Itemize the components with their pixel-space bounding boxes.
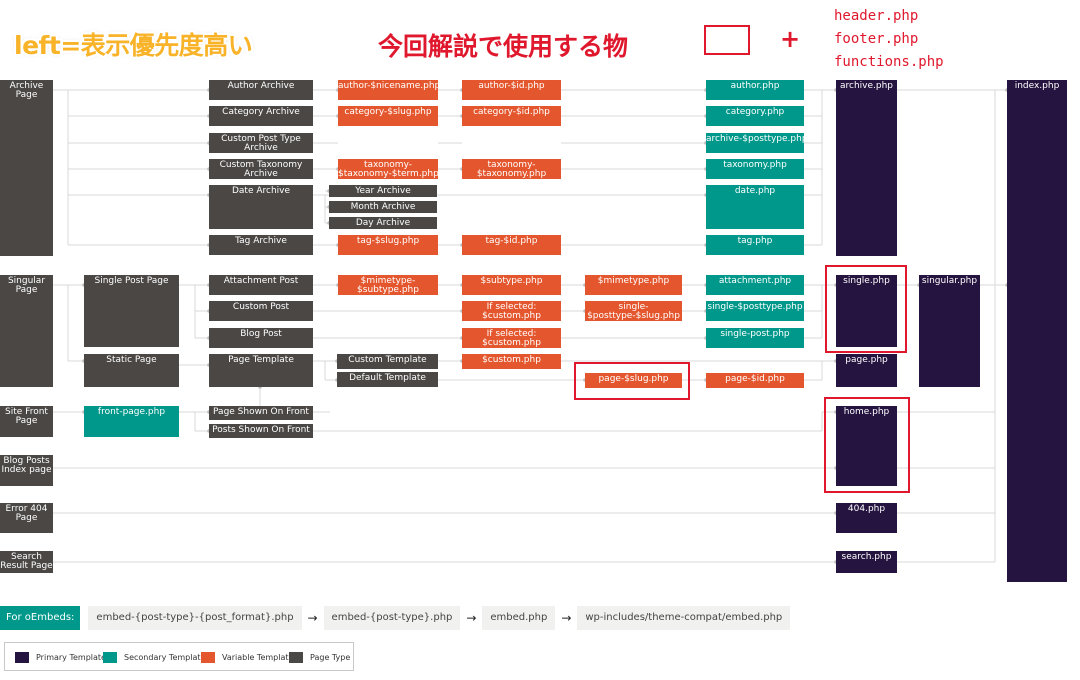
oembed-item: embed-{post-type}-{post_format}.php bbox=[88, 606, 302, 630]
used-annotation: 今回解説で使用する物 bbox=[378, 32, 629, 61]
oembed-item: embed.php bbox=[482, 606, 556, 630]
plus-sign: + bbox=[780, 25, 801, 53]
node-subtype-php: $subtype.php bbox=[462, 275, 561, 295]
node-if-selected-1: If selected: $custom.php bbox=[462, 301, 561, 321]
node-custom-post: Custom Post bbox=[209, 301, 313, 321]
node-singular-php: singular.php bbox=[919, 275, 980, 387]
node-mimetype-php: $mimetype.php bbox=[585, 275, 682, 295]
node-page-template: Page Template bbox=[209, 354, 313, 387]
legend-swatch bbox=[201, 651, 215, 663]
node-blog-posts-index: Blog Posts Index page bbox=[0, 455, 53, 486]
node-month-archive: Month Archive bbox=[329, 201, 437, 213]
legend-swatch bbox=[103, 651, 117, 663]
node-page-shown-on-front: Page Shown On Front bbox=[209, 406, 313, 420]
node-author-php: author.php bbox=[706, 80, 804, 100]
legend-item-secondary: Secondary Template bbox=[103, 651, 205, 663]
node-page-php: page.php bbox=[836, 354, 897, 387]
node-single-post-php: single-post.php bbox=[706, 328, 804, 348]
node-tag-slug: tag-$slug.php bbox=[338, 235, 438, 255]
node-custom-php: $custom.php bbox=[462, 354, 561, 369]
node-search-php: search.php bbox=[836, 551, 897, 573]
node-single-post-page: Single Post Page bbox=[84, 275, 179, 347]
node-tag-php: tag.php bbox=[706, 235, 804, 255]
node-default-template: Default Template bbox=[337, 372, 438, 387]
node-tag-id: tag-$id.php bbox=[462, 235, 561, 255]
oembed-item: wp-includes/theme-compat/embed.php bbox=[577, 606, 791, 630]
node-category-slug: category-$slug.php bbox=[338, 106, 438, 126]
legend-swatch bbox=[15, 651, 29, 663]
priority-annotation: left=表示優先度高い bbox=[14, 31, 253, 60]
node-single-posttype-slug: single- $posttype-$slug.php bbox=[585, 301, 682, 321]
arrow-right-icon: → bbox=[460, 606, 483, 630]
arrow-right-icon: → bbox=[555, 606, 578, 630]
node-category-php: category.php bbox=[706, 106, 804, 126]
node-author-nicename: author-$nicename.php bbox=[338, 80, 438, 100]
legend: Primary Template Secondary Template Vari… bbox=[4, 642, 354, 671]
node-front-page-php: front-page.php bbox=[84, 406, 179, 437]
node-site-front-page: Site Front Page bbox=[0, 406, 53, 437]
arrow-right-icon: → bbox=[301, 606, 324, 630]
node-single-posttype: single-$posttype.php bbox=[706, 301, 804, 321]
node-category-id: category-$id.php bbox=[462, 106, 561, 126]
node-if-selected-2: If selected: $custom.php bbox=[462, 328, 561, 348]
oembed-row: For oEmbeds: embed-{post-type}-{post_for… bbox=[0, 606, 791, 630]
legend-label: Page Type bbox=[310, 652, 351, 662]
node-archive-page: Archive Page bbox=[0, 80, 53, 256]
legend-label: Variable Template bbox=[222, 652, 294, 662]
extra-file-functions: functions.php bbox=[834, 54, 944, 70]
highlight-legend-square bbox=[704, 25, 750, 55]
node-attachment-post: Attachment Post bbox=[209, 275, 313, 295]
node-blog-post: Blog Post bbox=[209, 328, 313, 348]
legend-item-primary: Primary Template bbox=[15, 651, 106, 663]
node-category-archive: Category Archive bbox=[209, 106, 313, 126]
node-ctax-archive: Custom Taxonomy Archive bbox=[209, 159, 313, 179]
highlight-single bbox=[825, 265, 907, 353]
node-page-id: page-$id.php bbox=[706, 373, 804, 388]
node-search-result: Search Result Page bbox=[0, 551, 53, 573]
node-day-archive: Day Archive bbox=[329, 217, 437, 229]
extra-files-annotation: header.php footer.php functions.php bbox=[834, 5, 944, 74]
node-date-php: date.php bbox=[706, 185, 804, 229]
legend-item-pagetype: Page Type bbox=[289, 651, 350, 663]
legend-swatch bbox=[289, 651, 303, 663]
node-posts-shown-on-front: Posts Shown On Front bbox=[209, 424, 313, 438]
legend-item-variable: Variable Template bbox=[201, 651, 293, 663]
node-cpt-archive: Custom Post Type Archive bbox=[209, 133, 313, 153]
extra-file-header: header.php bbox=[834, 8, 919, 24]
highlight-page-slug bbox=[574, 362, 690, 400]
node-tag-archive: Tag Archive bbox=[209, 235, 313, 255]
legend-label: Primary Template bbox=[36, 652, 106, 662]
highlight-home bbox=[824, 397, 910, 493]
node-archive-php: archive.php bbox=[836, 80, 897, 256]
node-php-404: 404.php bbox=[836, 503, 897, 533]
node-static-page: Static Page bbox=[84, 354, 179, 387]
oembed-item: embed-{post-type}.php bbox=[323, 606, 461, 630]
node-year-archive: Year Archive bbox=[329, 185, 437, 197]
node-archive-posttype: archive-$posttype.php bbox=[706, 133, 804, 153]
node-date-archive: Date Archive bbox=[209, 185, 313, 229]
node-index-php: index.php bbox=[1007, 80, 1067, 582]
extra-file-footer: footer.php bbox=[834, 31, 919, 47]
node-error-404: Error 404 Page bbox=[0, 503, 53, 533]
node-singular-page: Singular Page bbox=[0, 275, 53, 387]
node-author-id: author-$id.php bbox=[462, 80, 561, 100]
node-author-archive: Author Archive bbox=[209, 80, 313, 100]
node-custom-template: Custom Template bbox=[337, 354, 438, 369]
node-mimetype-subtype: $mimetype- $subtype.php bbox=[338, 275, 438, 295]
node-taxonomy-tax: taxonomy- $taxonomy.php bbox=[462, 159, 561, 179]
node-taxonomy-term: taxonomy- $taxonomy-$term.php bbox=[338, 159, 438, 179]
oembed-label: For oEmbeds: bbox=[0, 606, 81, 630]
legend-label: Secondary Template bbox=[124, 652, 206, 662]
node-attachment-php: attachment.php bbox=[706, 275, 804, 295]
node-taxonomy-php: taxonomy.php bbox=[706, 159, 804, 179]
